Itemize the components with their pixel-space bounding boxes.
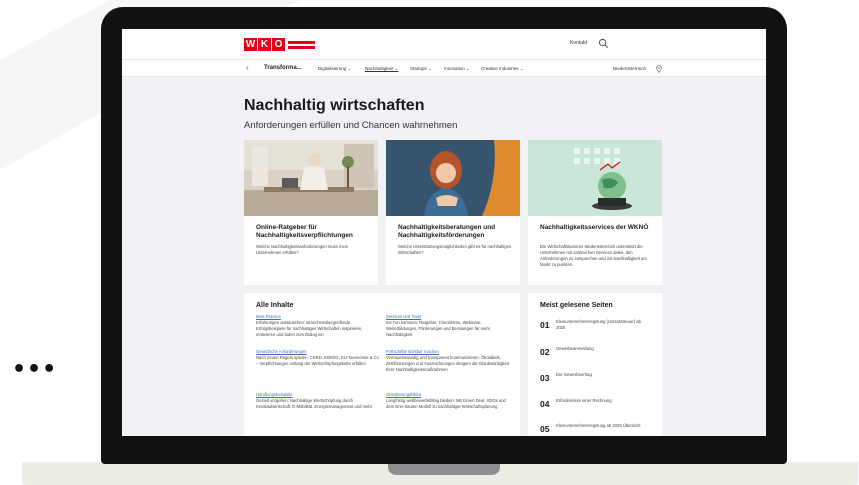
- most-read-item[interactable]: 02 Gewerbeanmeldung: [540, 344, 650, 364]
- most-read-item[interactable]: 01 Kleinunternehmerregelung (Umsatzsteue…: [540, 317, 650, 337]
- most-read-label: Kleinunternehmerregelung (Umsatzsteuer) …: [556, 319, 641, 330]
- most-read-item[interactable]: 05 Kleinunternehmerregelung ab 2025 Über…: [540, 421, 650, 436]
- most-read-number: 05: [540, 424, 550, 434]
- more-options-icon[interactable]: •••: [12, 359, 57, 381]
- most-read-number: 04: [540, 399, 550, 409]
- card-title: Online-Ratgeber für Nachhaltigkeitsverpf…: [256, 224, 353, 239]
- laptop-screen: W K O Kontakt ‹ Transforma... Digitalisi…: [122, 29, 766, 436]
- nav-item-innovation[interactable]: Innovation ⌄: [444, 66, 470, 72]
- most-read-title: Meist gelesene Seiten: [540, 302, 613, 309]
- card-text: Die Wirtschaftskammer Niederösterreich u…: [540, 244, 647, 267]
- content-desc: Ins Tun kommen: Ratgeber, Checklisten, W…: [386, 320, 491, 337]
- content-desc: Vertrauenswürdig und transparent kommuni…: [386, 355, 509, 372]
- card-image-globe-illustration: [528, 140, 662, 216]
- logo-letter-k: K: [258, 38, 271, 51]
- most-read-panel: Meist gelesene Seiten 01 Kleinunternehme…: [528, 293, 662, 436]
- contact-link[interactable]: Kontakt: [570, 40, 587, 46]
- content-item-best-practice: Best-Practice Erfahrungen austauschen: B…: [256, 314, 380, 338]
- nav-item-nachhaltigkeit[interactable]: Nachhaltigkeit ⌄: [365, 66, 398, 72]
- most-read-label: Der Gewerbeertrag: [556, 372, 592, 377]
- card-nachhaltigkeitsberatungen[interactable]: Nachhaltigkeitsberatungen und Nachhaltig…: [386, 140, 520, 285]
- most-read-number: 03: [540, 373, 550, 383]
- most-read-label: Erfordernisse einer Rechnung: [556, 398, 612, 403]
- nav-back-icon[interactable]: ‹: [246, 63, 249, 72]
- nav-item-creative-industries[interactable]: Creative Industries ⌄: [481, 66, 524, 72]
- most-read-item[interactable]: 04 Erfordernisse einer Rechnung: [540, 396, 650, 416]
- top-header: W K O Kontakt: [122, 29, 766, 59]
- location-pin-icon[interactable]: [656, 65, 662, 73]
- nav-item-startups[interactable]: Startups ⌄: [410, 66, 432, 72]
- content-item-fortschritte: Fortschritte sichtbar machen Vertrauensw…: [386, 349, 510, 373]
- content-desc: Nach neuen Regeln spielen: CSRD, ESEDG, …: [256, 355, 379, 366]
- most-read-number: 01: [540, 320, 550, 330]
- content-item-services-und-tools: Services und Tools Ins Tun kommen: Ratge…: [386, 314, 510, 338]
- nav-section-title[interactable]: Transforma...: [264, 65, 302, 71]
- content-item-gesetzliche-anforderungen: Gesetzliche Anforderungen Nach neuen Reg…: [256, 349, 380, 367]
- wko-logo[interactable]: W K O: [244, 38, 315, 51]
- logo-letter-o: O: [272, 38, 285, 51]
- section-nav: ‹ Transforma... Digitalisierung ⌄ Nachha…: [122, 59, 766, 77]
- card-text: Welche Nachhaltigkeitsanforderungen muss…: [256, 244, 349, 255]
- page-subtitle: Anforderungen erfüllen und Chancen wahrn…: [244, 120, 458, 131]
- all-contents-panel: Alle Inhalte Best-Practice Erfahrungen a…: [244, 293, 520, 436]
- region-selector[interactable]: Niederösterreich: [613, 66, 646, 71]
- most-read-label: Kleinunternehmerregelung ab 2025 Übersic…: [556, 423, 641, 428]
- page-title: Nachhaltig wirtschaften: [244, 97, 425, 114]
- most-read-label: Gewerbeanmeldung: [556, 346, 594, 351]
- card-text: Welche Unterstützungsmöglichkeiten gibt …: [398, 244, 512, 255]
- search-icon[interactable]: [598, 38, 609, 49]
- content-desc: Gezielt vorgehen: Nachhaltige Wertschöpf…: [256, 398, 373, 409]
- card-image-office: [244, 140, 378, 216]
- card-nachhaltigkeitsservices[interactable]: Nachhaltigkeitsservices der WKNÖ Die Wir…: [528, 140, 662, 285]
- content-item-orientierungshilfen: Orientierungshilfen Langfristig wettbewe…: [386, 392, 510, 410]
- card-title: Nachhaltigkeitsberatungen und Nachhaltig…: [398, 224, 496, 239]
- most-read-item[interactable]: 03 Der Gewerbeertrag: [540, 370, 650, 390]
- logo-bars: [288, 40, 315, 50]
- most-read-number: 02: [540, 347, 550, 357]
- card-online-ratgeber[interactable]: Online-Ratgeber für Nachhaltigkeitsverpf…: [244, 140, 378, 285]
- card-title: Nachhaltigkeitsservices der WKNÖ: [540, 224, 649, 231]
- nav-item-digitalisierung[interactable]: Digitalisierung ⌄: [318, 66, 351, 72]
- content-desc: Langfristig wettbewerbsfähig bleiben: Mi…: [386, 398, 506, 409]
- content-desc: Erfahrungen austauschen: Branchenübergre…: [256, 320, 363, 337]
- all-contents-title: Alle Inhalte: [256, 302, 294, 309]
- card-image-consulting: [386, 140, 520, 216]
- content-item-handlungsbeispiele: Handlungsbeispiele Gezielt vorgehen: Nac…: [256, 392, 380, 410]
- logo-letter-w: W: [244, 38, 257, 51]
